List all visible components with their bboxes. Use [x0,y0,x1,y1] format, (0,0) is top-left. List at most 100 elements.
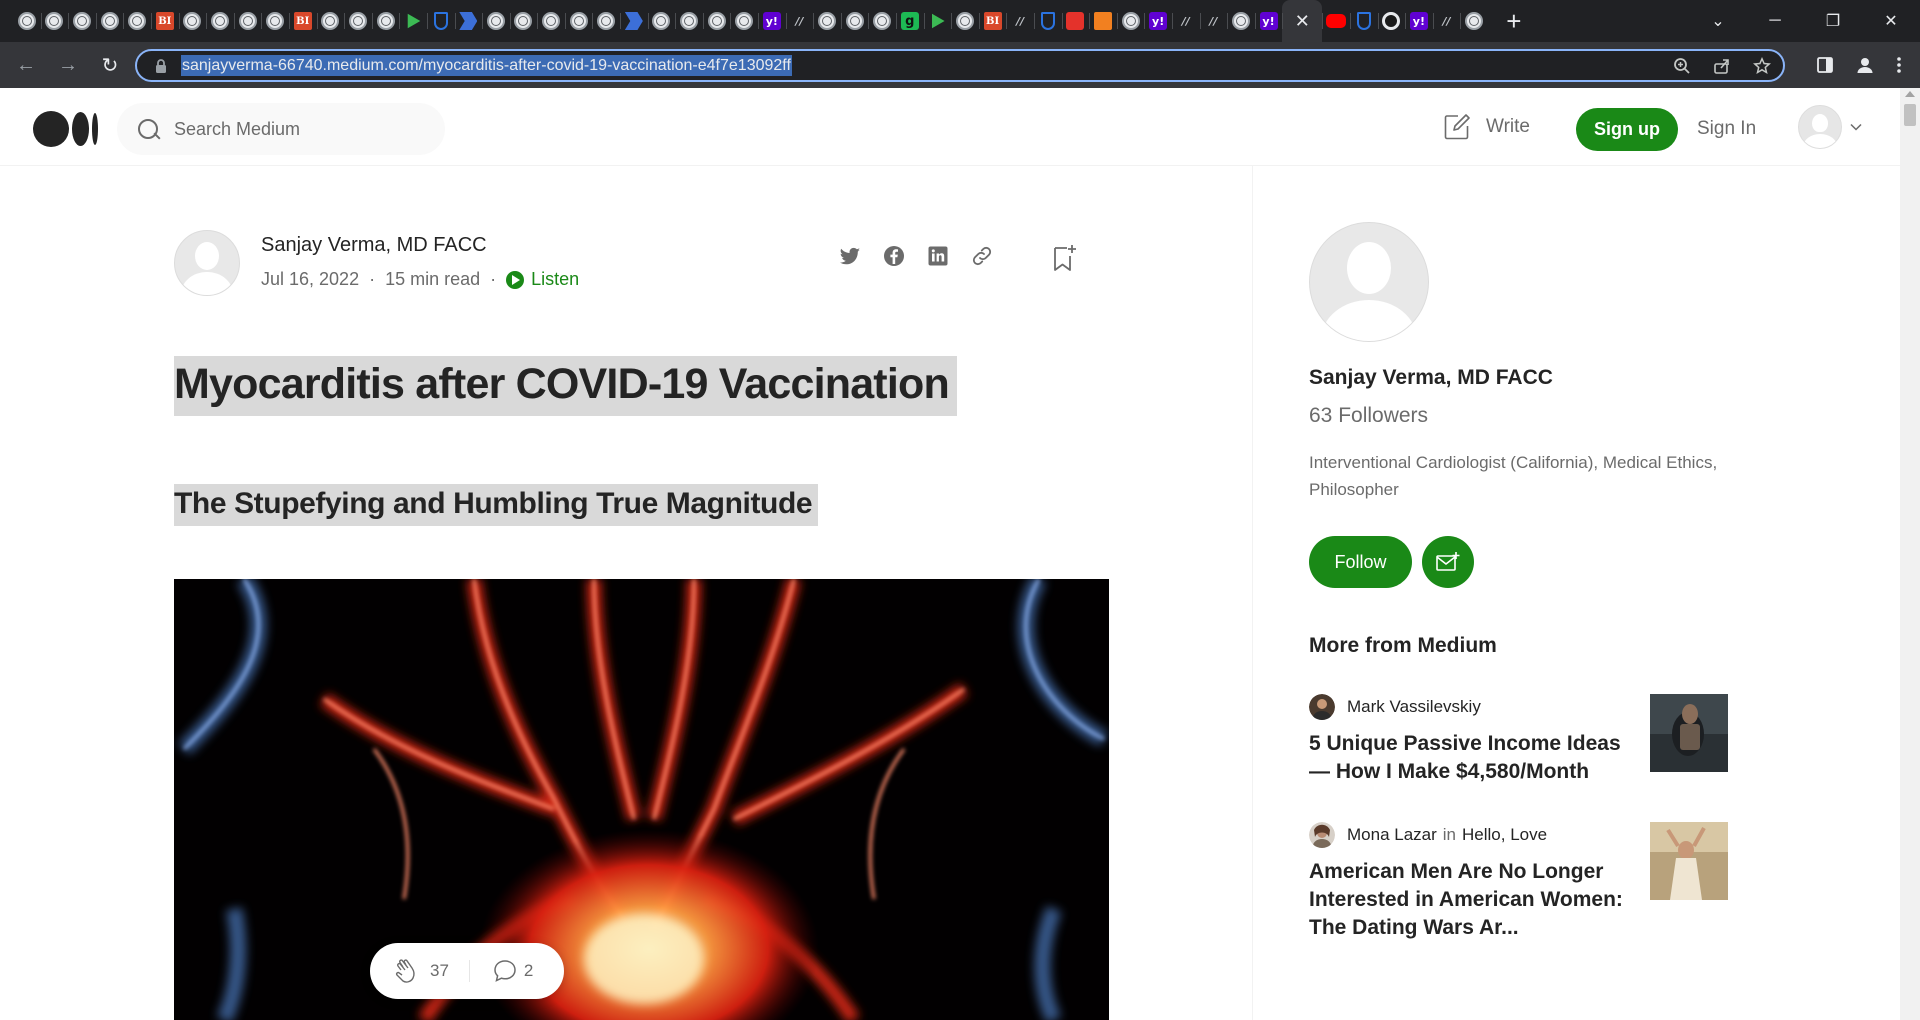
profile-icon[interactable] [1856,56,1874,74]
scroll-up-arrow[interactable] [1905,91,1915,97]
browser-tab[interactable] [951,0,979,42]
browser-tab[interactable]: y! [1405,0,1433,42]
subscribe-button[interactable] [1422,536,1474,588]
recommendation-card[interactable]: Mark Vassilevskiy 5 Unique Passive Incom… [1309,694,1729,786]
browser-tab[interactable] [564,0,593,42]
browser-tab[interactable] [40,0,69,42]
browser-tab[interactable] [813,0,841,42]
browser-tab[interactable] [537,0,565,42]
rec-thumbnail[interactable] [1650,694,1728,772]
reload-button[interactable]: ↻ [94,49,126,81]
back-button[interactable]: ← [10,49,42,81]
kebab-menu-icon[interactable] [1896,56,1902,74]
browser-tab[interactable] [454,0,483,42]
browser-tab[interactable] [482,0,510,42]
browser-tab[interactable] [1033,0,1062,42]
close-window-button[interactable]: ✕ [1862,0,1920,42]
browser-tab[interactable] [95,0,124,42]
browser-tab[interactable]: // [1199,0,1228,42]
browser-tab[interactable] [840,0,869,42]
bookmark-star-icon[interactable] [1753,56,1771,75]
browser-tab[interactable] [13,0,41,42]
linkedin-icon[interactable] [926,244,950,268]
browser-tab[interactable]: // [785,0,814,42]
browser-tab[interactable] [730,0,758,42]
comment-icon[interactable] [492,958,518,984]
browser-tab-active[interactable]: ✕ [1282,0,1323,42]
sidebar-author-avatar[interactable] [1309,222,1429,342]
recommendation-card[interactable]: Mona Lazar in Hello, Love American Men A… [1309,822,1729,942]
browser-tab[interactable] [206,0,234,42]
rec-title[interactable]: 5 Unique Passive Income Ideas — How I Ma… [1309,730,1624,786]
browser-tab[interactable] [1377,0,1406,42]
browser-tab[interactable] [702,0,731,42]
bookmark-add-icon[interactable] [1050,243,1078,273]
signup-button[interactable]: Sign up [1576,108,1678,151]
browser-tab[interactable]: // [1171,0,1200,42]
follower-count[interactable]: 63 Followers [1309,404,1428,428]
browser-tab[interactable] [1116,0,1145,42]
browser-tab[interactable]: y! [758,0,786,42]
sidebar-author-name[interactable]: Sanjay Verma, MD FACC [1309,366,1553,390]
browser-tab[interactable] [675,0,703,42]
browser-tab[interactable] [1322,0,1350,42]
browser-tab[interactable]: // [1006,0,1034,42]
browser-tab[interactable] [509,0,538,42]
browser-tab[interactable] [1460,0,1488,42]
browser-tab[interactable] [592,0,620,42]
rec-thumbnail[interactable] [1650,822,1728,900]
zoom-icon[interactable] [1673,57,1691,75]
clap-icon[interactable] [392,956,422,986]
browser-tab[interactable] [371,0,400,42]
browser-tab[interactable] [123,0,151,42]
browser-tab[interactable]: y! [1254,0,1283,42]
browser-tab[interactable] [316,0,345,42]
browser-tab[interactable]: g [896,0,924,42]
browser-tab[interactable] [1089,0,1117,42]
restore-button[interactable]: ❐ [1804,0,1862,42]
address-bar[interactable]: sanjayverma-66740.medium.com/myocarditis… [135,49,1785,82]
browser-tab[interactable] [868,0,896,42]
author-avatar[interactable] [174,230,240,296]
page-scrollbar[interactable] [1900,88,1920,1020]
tab-search-button[interactable]: ⌄ [1690,11,1746,31]
follow-button[interactable]: Follow [1309,536,1412,588]
browser-tab[interactable] [344,0,372,42]
forward-button[interactable]: → [52,49,84,81]
browser-tab[interactable] [620,0,648,42]
author-name-link[interactable]: Sanjay Verma, MD FACC [261,234,487,257]
browser-tab[interactable] [1227,0,1255,42]
browser-tab[interactable] [1349,0,1378,42]
rec-title[interactable]: American Men Are No Longer Interested in… [1309,858,1624,942]
browser-tab[interactable]: y! [1144,0,1172,42]
browser-tab[interactable] [426,0,455,42]
search-input[interactable] [174,118,424,140]
browser-tab[interactable] [399,0,427,42]
browser-tab[interactable] [233,0,262,42]
close-tab-icon[interactable]: ✕ [1295,11,1310,32]
browser-tab[interactable] [1061,0,1090,42]
write-link[interactable]: Write [1442,112,1530,142]
browser-tab[interactable]: BI [150,0,179,42]
side-panel-icon[interactable] [1816,56,1834,74]
new-tab-button[interactable]: + [1494,0,1534,42]
share-icon[interactable] [1713,57,1731,75]
minimize-button[interactable]: ─ [1746,0,1804,42]
user-menu[interactable] [1798,105,1862,149]
browser-tab[interactable] [647,0,676,42]
browser-tab[interactable] [68,0,96,42]
lock-icon[interactable] [153,58,169,74]
search-bar[interactable] [117,103,445,155]
medium-logo-icon[interactable] [33,111,98,147]
twitter-icon[interactable] [838,244,862,268]
facebook-icon[interactable] [882,244,906,268]
rec-publication[interactable]: Hello, Love [1462,825,1547,845]
browser-tab[interactable]: BI [288,0,317,42]
browser-tab[interactable]: // [1432,0,1461,42]
browser-tab[interactable]: BI [978,0,1007,42]
browser-tab[interactable] [178,0,207,42]
url-text[interactable]: sanjayverma-66740.medium.com/myocarditis… [181,55,792,76]
browser-tab[interactable] [923,0,952,42]
listen-button[interactable]: Listen [506,269,579,290]
browser-tab[interactable] [261,0,289,42]
